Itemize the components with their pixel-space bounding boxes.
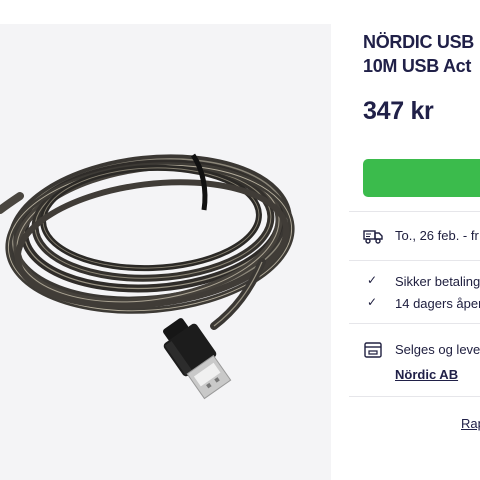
product-title-line: NÖRDIC USB [363,32,475,52]
delivery-date: To., 26 feb. - fr [395,228,479,243]
product-title-line: 10M USB Act [363,56,472,76]
usb-cable-illustration [0,153,295,400]
seller-label: Selges og leve [395,342,480,357]
truck-icon [363,230,383,244]
divider [349,323,480,324]
divider [349,396,480,397]
check-icon: ✓ [367,295,378,309]
product-image[interactable] [0,24,331,480]
divider [349,260,480,261]
product-price: 347 kr [363,97,434,125]
benefit-label: 14 dagers åper [395,296,480,311]
store-icon [364,342,382,358]
divider [349,211,480,212]
check-icon: ✓ [367,273,378,287]
seller-name-link[interactable]: Nördic AB [395,367,458,382]
add-to-cart-button[interactable] [363,159,480,197]
product-title: NÖRDIC USB 10M USB Act [363,30,480,78]
report-link[interactable]: Rap [461,416,480,431]
benefit-label: Sikker betaling [395,274,480,289]
product-info-panel: NÖRDIC USB 10M USB Act 347 kr To., 26 fe… [349,0,480,480]
